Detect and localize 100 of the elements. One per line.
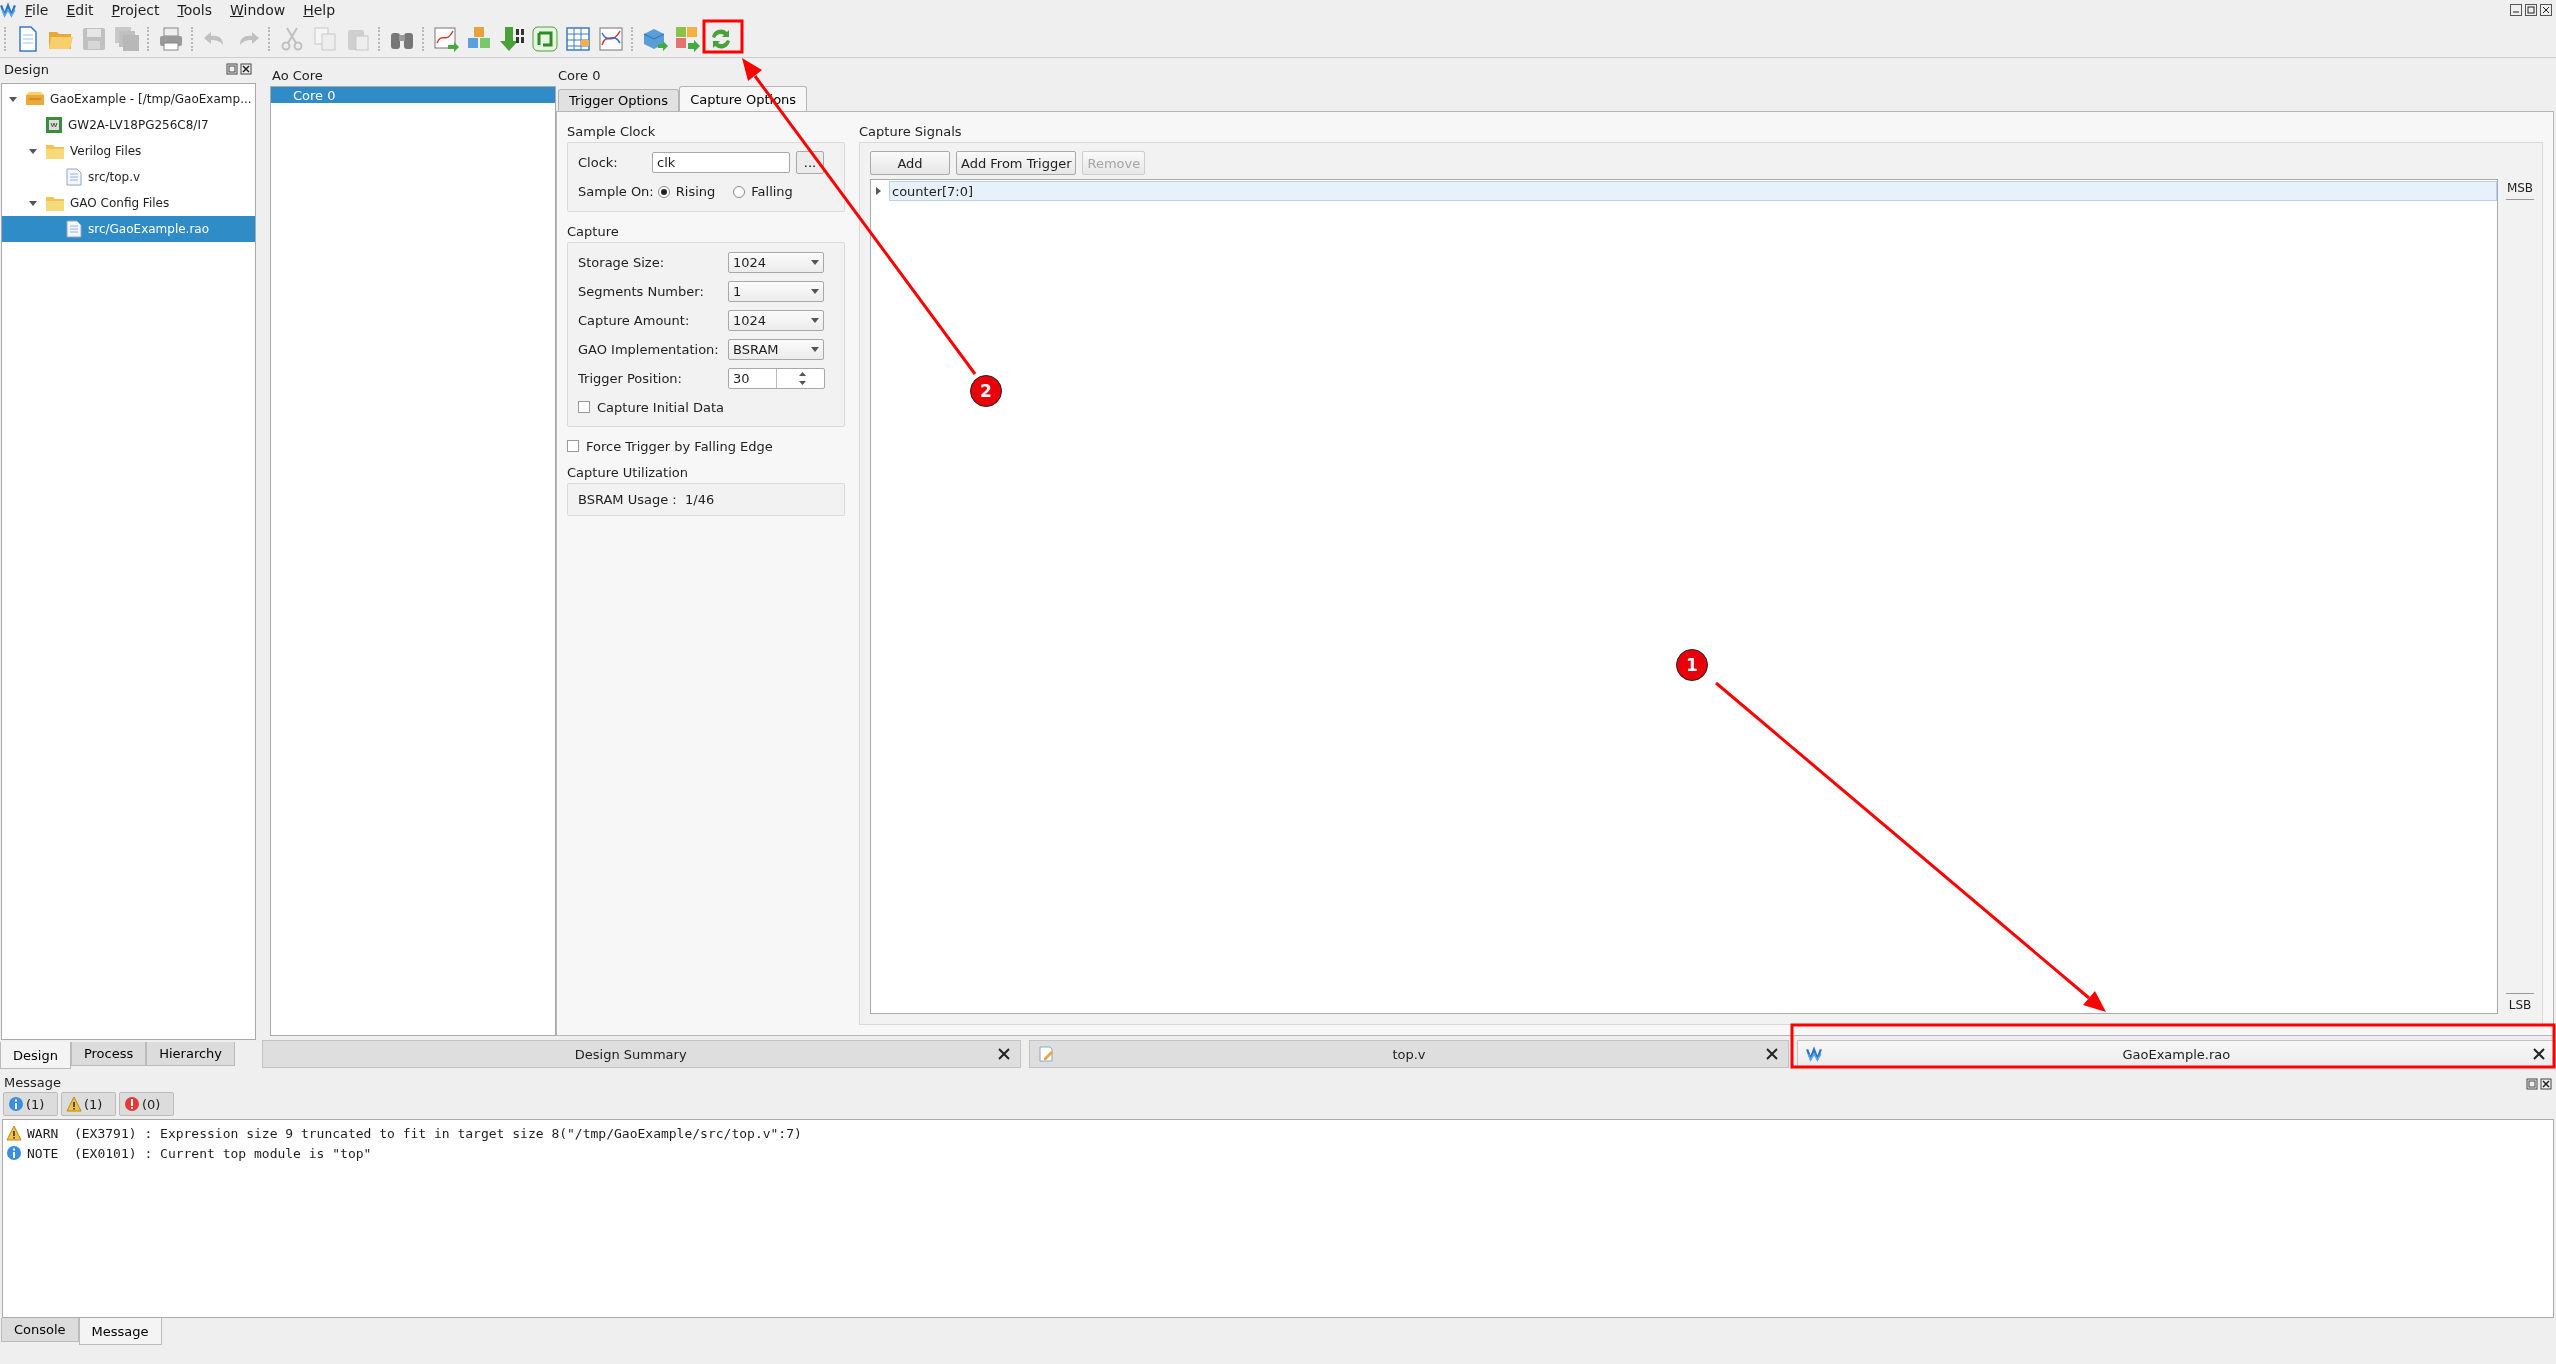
file-edit-icon [1038,1046,1055,1062]
log-line: WARN (EX3791) : Expression size 9 truncated to fit in target size 8("/tmp/GaoExample/src/top.v":7) [27,1125,802,1141]
restore-icon [2525,4,2537,16]
expand-caret-icon[interactable] [873,186,883,196]
field-label: Capture Amount: [578,313,691,328]
expand-caret-icon[interactable] [28,198,38,208]
close-icon [2531,1046,2547,1062]
close-icon [1763,1046,1780,1062]
circuit-icon [530,24,559,53]
close-icon [240,63,252,75]
list-item[interactable]: Core 0 [271,87,555,103]
close-icon [2540,4,2552,16]
radio-option[interactable]: Falling [733,184,793,199]
gao-logo-icon [1805,1046,1822,1062]
tree-item[interactable]: GW2A-LV18PG256C8/I7 [2,112,255,138]
field-label: Segments Number: [578,284,705,299]
filter-button[interactable]: (1) [61,1092,116,1116]
dropdown-arrow-icon [811,318,819,323]
panel-tab[interactable]: Hierarchy [146,1042,236,1066]
folder-icon [45,142,65,160]
spin-up-icon[interactable] [799,371,806,376]
float-icon [226,63,238,75]
field-label: Clock: [578,155,619,170]
spin-box[interactable]: 30 [728,368,825,389]
menu-item[interactable]: Project [102,2,169,18]
minimize-icon [2510,4,2522,16]
menu-item[interactable]: File [16,2,58,18]
menu-item[interactable]: Edit [57,2,103,18]
close-icon [2540,1078,2552,1090]
radio-option[interactable]: Rising [657,184,716,199]
file-icon [65,220,83,238]
document-tab[interactable]: GaoExample.rao [1796,1040,2556,1068]
download-arrow-icon [497,24,526,53]
chip-icon [45,116,63,134]
expand-caret-icon[interactable] [28,146,38,156]
log-line: NOTE (EX0101) : Current top module is "top" [27,1145,372,1161]
chart-arrow-icon [431,24,460,53]
clock-field[interactable]: clk [652,152,790,173]
lsb-label: LSB [2508,998,2532,1012]
signal-button[interactable]: Add [870,151,950,175]
tree-item[interactable]: Verilog Files [2,138,255,164]
folder-icon [45,194,65,212]
group-title: Capture Utilization [567,464,688,480]
group-title: Sample Clock [567,123,656,139]
filter-button[interactable]: (0) [119,1092,174,1116]
dropdown-arrow-icon [811,289,819,294]
error-icon [124,1096,140,1112]
field-label: Storage Size: [578,255,666,270]
highlight-box [702,19,744,54]
checkbox[interactable]: Capture Initial Data [578,396,834,418]
signal-item[interactable]: counter[7:0] [889,181,2497,201]
field-label: GAO Implementation: [578,342,720,357]
field-label: Sample On: [578,184,654,199]
close-icon [996,1046,1013,1062]
panel-tab[interactable]: Process [70,1042,147,1066]
dropdown-arrow-icon [811,347,819,352]
tree-item[interactable]: src/GaoExample.rao [2,216,255,242]
field-label: Trigger Position: [578,371,683,386]
panel-title: Core 0 [558,68,601,83]
file-icon [65,168,83,186]
dropdown[interactable]: BSRAM [728,339,824,360]
save-all-icon [112,24,141,53]
panel-tab[interactable]: Design [0,1042,71,1069]
panel-tab[interactable]: Console [1,1318,79,1342]
info-icon [8,1096,24,1112]
panel-title: Message [4,1075,62,1090]
app-logo-icon [0,2,16,18]
usage-text: BSRAM Usage : 1/46 [578,492,716,507]
signal-button[interactable]: Add From Trigger [956,151,1077,175]
dropdown[interactable]: 1024 [728,310,824,331]
document-tab[interactable]: top.v [1029,1040,1789,1068]
dropdown[interactable]: 1024 [728,252,824,273]
tree-item[interactable]: GaoExample - [/tmp/GaoExamp... [2,86,255,112]
expand-caret-icon[interactable] [8,94,18,104]
warning-icon [6,1125,22,1141]
checkbox[interactable]: Force Trigger by Falling Edge [567,435,845,457]
group-title: Capture Signals [859,123,962,139]
spin-down-icon[interactable] [799,381,806,386]
menu-item[interactable]: Help [294,2,345,18]
chart-icon [596,24,625,53]
menu-item[interactable]: Window [221,2,295,18]
grid-arrow-icon [673,24,702,53]
tree-item[interactable]: src/top.v [2,164,255,190]
group-title: Capture [567,223,619,239]
table-icon [563,24,592,53]
project-icon [25,90,45,108]
warning-icon [66,1096,82,1112]
panel-tab[interactable]: Message [78,1318,162,1345]
document-tab[interactable]: Design Summary [262,1040,1022,1068]
msb-label: MSB [2506,181,2534,195]
dropdown-arrow-icon [811,260,819,265]
info-icon [6,1145,22,1161]
dropdown[interactable]: 1 [728,281,824,302]
panel-title: Ao Core [272,68,323,83]
menu-item[interactable]: Tools [168,2,221,18]
filter-button[interactable]: (1) [3,1092,58,1116]
options-tab[interactable]: Trigger Options [558,89,680,111]
panel-title: Design [4,61,50,77]
tree-item[interactable]: GAO Config Files [2,190,255,216]
float-icon [2526,1078,2538,1090]
